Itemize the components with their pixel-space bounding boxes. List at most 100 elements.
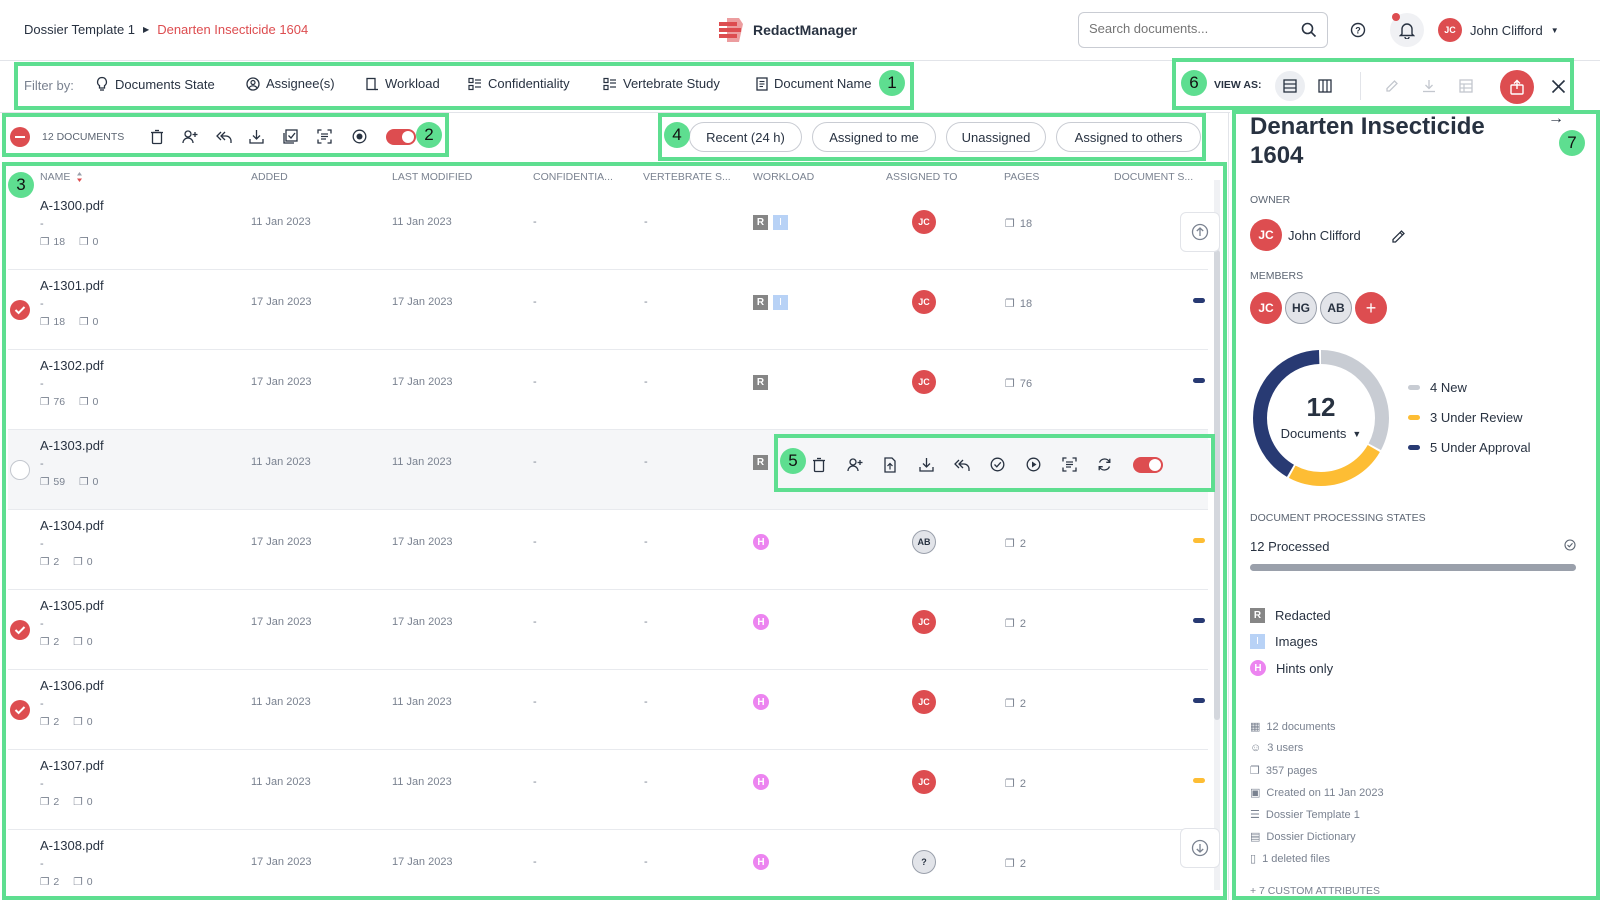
file-name[interactable]: A-1303.pdf: [40, 438, 104, 453]
search-box[interactable]: [1078, 12, 1328, 48]
assignee-avatar[interactable]: JC: [912, 610, 936, 634]
table-row[interactable]: A-1302.pdf - ❐ 76 ❐ 0 17 Jan 2023 17 Jan 2023- -…: [8, 350, 1208, 430]
collapse-arrow-icon[interactable]: →: [1548, 110, 1564, 128]
file-name[interactable]: A-1304.pdf: [40, 518, 104, 533]
file-name[interactable]: A-1305.pdf: [40, 598, 104, 613]
files-mini: ❐ 0: [73, 556, 92, 568]
view-list-button[interactable]: [1275, 71, 1305, 101]
delete-icon[interactable]: [150, 129, 164, 145]
search-icon[interactable]: [1301, 22, 1317, 38]
edit-icon[interactable]: [1385, 79, 1399, 93]
column-header-last-modified[interactable]: LAST MODIFIED: [392, 171, 472, 183]
ocr-scan-icon[interactable]: [1062, 457, 1077, 472]
table-row[interactable]: A-1301.pdf - ❐ 18 ❐ 0 17 Jan 2023 17 Jan 2023- -…: [8, 270, 1208, 350]
assignee-avatar[interactable]: JC: [912, 210, 936, 234]
reply-all-icon[interactable]: [216, 130, 232, 144]
file-name[interactable]: A-1306.pdf: [40, 678, 104, 693]
ocr-scan-icon[interactable]: [317, 129, 332, 144]
date-added: 17 Jan 2023: [251, 536, 312, 548]
notifications-button[interactable]: [1390, 13, 1424, 47]
column-header-assigned-to[interactable]: ASSIGNED TO: [886, 171, 957, 183]
scroll-bottom-button[interactable]: [1180, 828, 1220, 868]
row-checkbox[interactable]: [10, 300, 30, 320]
play-circle-icon[interactable]: [1026, 457, 1041, 472]
table-row[interactable]: A-1305.pdf - ❐ 2 ❐ 0 17 Jan 2023 17 Jan 2023- - H…: [8, 590, 1208, 670]
quick-filter-assigned-to-others[interactable]: Assigned to others: [1056, 122, 1201, 152]
document-count: 12 DOCUMENTS: [42, 131, 125, 143]
filter-workload[interactable]: Workload: [365, 76, 440, 91]
breadcrumb-current[interactable]: Denarten Insecticide 1604: [157, 22, 308, 37]
assign-user-icon[interactable]: [847, 457, 863, 473]
user-menu[interactable]: JC John Clifford ▼: [1438, 18, 1559, 42]
search-input[interactable]: [1089, 21, 1289, 36]
column-header-document-state[interactable]: DOCUMENT S...: [1114, 171, 1193, 183]
board-view-icon[interactable]: [1318, 79, 1332, 93]
close-icon[interactable]: [1551, 79, 1566, 94]
bulk-toggle[interactable]: [386, 129, 416, 145]
column-header-vertebrate-study[interactable]: VERTEBRATE S...: [643, 171, 731, 183]
report-icon[interactable]: [1459, 79, 1473, 93]
file-reupload-icon[interactable]: [883, 457, 897, 473]
file-name[interactable]: A-1302.pdf: [40, 358, 104, 373]
assignee-avatar[interactable]: JC: [912, 290, 936, 314]
custom-attributes-link[interactable]: + 7 CUSTOM ATTRIBUTES: [1250, 885, 1380, 897]
breadcrumb-parent[interactable]: Dossier Template 1: [24, 22, 135, 37]
filter-confidentiality[interactable]: Confidentiality: [468, 76, 570, 91]
assignee-avatar[interactable]: JC: [912, 370, 936, 394]
stop-circle-icon[interactable]: [352, 129, 367, 144]
help-icon[interactable]: ?: [1350, 22, 1366, 38]
row-checkbox[interactable]: [10, 700, 30, 720]
column-header-name[interactable]: NAME: [40, 171, 83, 183]
table-row[interactable]: A-1308.pdf - ❐ 2 ❐ 0 17 Jan 2023 17 Jan 2023- - H…: [8, 830, 1208, 900]
download-icon[interactable]: [1422, 79, 1436, 93]
table-row[interactable]: A-1307.pdf - ❐ 2 ❐ 0 11 Jan 2023 11 Jan 2023- - H…: [8, 750, 1208, 830]
row-toggle[interactable]: [1133, 457, 1163, 473]
scroll-top-button[interactable]: [1180, 212, 1220, 252]
check-circle-icon[interactable]: [990, 457, 1005, 472]
column-header-confidentiality[interactable]: CONFIDENTIA...: [533, 171, 613, 183]
row-checkbox[interactable]: [10, 620, 30, 640]
table-row[interactable]: A-1306.pdf - ❐ 2 ❐ 0 11 Jan 2023 11 Jan 2023- - H…: [8, 670, 1208, 750]
download-icon[interactable]: [919, 457, 934, 472]
quick-filter-unassigned[interactable]: Unassigned: [946, 122, 1046, 152]
owner-avatar: JC: [1250, 219, 1282, 251]
column-header-pages[interactable]: PAGES: [1004, 171, 1039, 183]
pages-icon: ❐: [1005, 698, 1015, 710]
assignee-avatar[interactable]: JC: [912, 770, 936, 794]
assignee-avatar[interactable]: AB: [912, 530, 936, 554]
refresh-icon[interactable]: [1097, 457, 1112, 472]
approve-docs-icon[interactable]: [283, 129, 298, 144]
deselect-all-button[interactable]: [10, 127, 30, 147]
assign-user-icon[interactable]: [182, 129, 198, 145]
quick-filter-recent[interactable]: Recent (24 h): [689, 122, 802, 152]
table-scrollbar-thumb[interactable]: [1214, 250, 1220, 720]
filter-document-name[interactable]: Document Name: [756, 76, 872, 91]
table-row[interactable]: A-1304.pdf - ❐ 2 ❐ 0 17 Jan 2023 17 Jan 2023- - H…: [8, 510, 1208, 590]
filter-documents-state[interactable]: Documents State: [95, 76, 215, 92]
legend-images: I Images: [1250, 634, 1318, 649]
add-member-button[interactable]: +: [1355, 292, 1387, 324]
delete-icon[interactable]: [812, 457, 826, 473]
assignee-avatar[interactable]: ?: [912, 850, 936, 874]
copies-icon: ❐: [73, 636, 83, 648]
download-icon[interactable]: [249, 129, 264, 144]
quick-filter-assigned-to-me[interactable]: Assigned to me: [812, 122, 936, 152]
pages-mini-count: 59: [53, 476, 66, 488]
file-name[interactable]: A-1300.pdf: [40, 198, 104, 213]
file-name[interactable]: A-1301.pdf: [40, 278, 104, 293]
donut-label-dropdown[interactable]: Documents ▼: [1250, 426, 1392, 441]
confidentiality-value: -: [533, 296, 537, 308]
filter-assignees[interactable]: Assignee(s): [246, 76, 335, 91]
export-button[interactable]: [1500, 70, 1534, 104]
column-header-workload[interactable]: WORKLOAD: [753, 171, 814, 183]
table-row[interactable]: A-1300.pdf - ❐ 18 ❐ 0 11 Jan 2023 11 Jan 2023- -…: [8, 190, 1208, 270]
filter-vertebrate-study[interactable]: Vertebrate Study: [603, 76, 720, 91]
assignee-avatar[interactable]: JC: [912, 690, 936, 714]
row-checkbox[interactable]: [10, 460, 30, 480]
column-header-added[interactable]: ADDED: [251, 171, 288, 183]
reply-all-icon[interactable]: [954, 458, 970, 472]
file-name[interactable]: A-1307.pdf: [40, 758, 104, 773]
copies-icon: ❐: [73, 796, 83, 808]
pencil-icon[interactable]: [1391, 229, 1406, 244]
file-name[interactable]: A-1308.pdf: [40, 838, 104, 853]
